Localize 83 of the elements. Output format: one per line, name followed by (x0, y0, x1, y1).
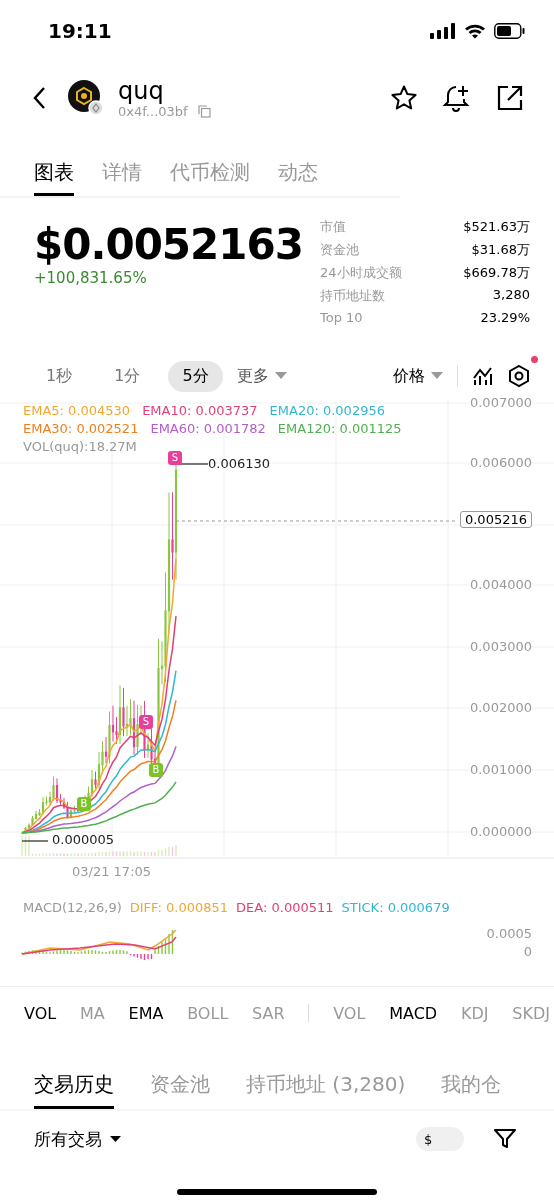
filter-icon[interactable] (494, 1129, 516, 1149)
axis-tick-label: 0.003000 (469, 639, 532, 654)
axis-tick-label: 0 (523, 944, 532, 959)
signal-icon (430, 23, 456, 39)
indicator-tab[interactable]: VOL (333, 1003, 366, 1023)
caret-icon (431, 372, 443, 380)
tab[interactable]: 我的仓 (441, 1063, 502, 1109)
caret-icon (274, 372, 287, 380)
macd-stick: STICK: 0.000679 (341, 900, 450, 915)
indicator-tab[interactable]: BOLL (187, 1003, 229, 1023)
stat-label: 24小时成交额 (320, 264, 402, 282)
high-price-label: 0.006130 (208, 456, 271, 471)
interval-tab[interactable]: 5分 (168, 360, 223, 392)
caret-icon (110, 1135, 121, 1143)
macd-diff: DIFF: 0.000851 (129, 900, 229, 915)
price-value: $0.0052163 (34, 220, 303, 269)
more-dropdown[interactable]: 更多 (236, 365, 287, 387)
interval-tab[interactable]: 1分 (100, 360, 155, 392)
tab[interactable]: 图表 (34, 152, 74, 196)
settings-icon[interactable] (508, 364, 530, 388)
ema-value: EMA10: 0.003737 (142, 402, 258, 420)
indicator-tab[interactable]: VOL (24, 1003, 57, 1023)
ema-value: EMA60: 0.001782 (150, 420, 266, 438)
ema-value: EMA120: 0.001125 (277, 420, 402, 438)
share-icon[interactable] (496, 84, 524, 112)
ema-value: EMA20: 0.002956 (269, 402, 385, 420)
tab[interactable]: 动态 (278, 152, 318, 196)
trade-filter-dropdown[interactable]: 所有交易 (34, 1127, 121, 1151)
axis-tick-label: 0.000000 (469, 824, 532, 839)
volume-label: VOL(quq):18.27M (23, 438, 138, 456)
indicator-tab[interactable]: MA (79, 1003, 105, 1023)
chart-style-icon[interactable] (472, 366, 494, 386)
axis-tick-label: 0.0005 (486, 926, 532, 941)
token-name: quq (118, 77, 165, 104)
price-dropdown[interactable]: 价格 (393, 365, 443, 387)
axis-tick-label: 0.004000 (469, 577, 532, 592)
stat-value: 23.29% (480, 310, 530, 325)
macd-title: MACD(12,26,9) (23, 900, 122, 915)
interval-tab[interactable]: 1秒 (32, 360, 87, 392)
stat-value: $31.68万 (471, 241, 530, 259)
ema-value: EMA30: 0.002521 (23, 420, 139, 438)
stat-value: $521.63万 (463, 218, 530, 236)
axis-tick-label: 0.007000 (469, 395, 532, 410)
stat-value: 3,280 (492, 287, 530, 304)
status-time: 19:11 (48, 19, 112, 43)
tab[interactable]: 交易历史 (34, 1063, 114, 1109)
copy-icon[interactable] (197, 104, 211, 118)
trade-marker: B (77, 797, 91, 811)
tab[interactable]: 资金池 (150, 1063, 210, 1109)
time-axis-label: 03/21 17:05 (72, 864, 152, 879)
price-change: +100,831.65% (34, 269, 148, 287)
indicator-tab[interactable]: EMA (128, 1003, 164, 1023)
battery-icon (494, 23, 526, 39)
indicator-tab[interactable]: SKDJ (512, 1003, 550, 1023)
stat-label: Top 10 (320, 310, 363, 325)
current-price-label: 0.005216 (459, 511, 532, 528)
indicator-tab[interactable]: SAR (252, 1003, 285, 1023)
stat-label: 资金池 (320, 241, 359, 259)
token-logo (68, 80, 104, 116)
tab[interactable]: 代币检测 (170, 152, 250, 196)
axis-tick-label: 0.001000 (469, 762, 532, 777)
trade-marker: S (168, 451, 182, 465)
star-icon[interactable] (390, 84, 418, 112)
back-icon[interactable] (32, 86, 46, 110)
macd-dea: DEA: 0.000511 (236, 900, 334, 915)
ema-value: EMA5: 0.004530 (23, 402, 131, 420)
stat-label: 市值 (320, 218, 346, 236)
currency-toggle[interactable]: $ (416, 1127, 464, 1151)
tab[interactable]: 持币地址 (3,280) (246, 1063, 406, 1109)
low-price-label: 0.000005 (52, 832, 115, 847)
axis-tick-label: 0.006000 (469, 455, 532, 470)
axis-tick-label: 0.002000 (469, 700, 532, 715)
indicator-tab[interactable]: MACD (389, 1003, 438, 1023)
trade-marker: S (139, 715, 153, 729)
wifi-icon (464, 23, 486, 39)
trade-marker: B (149, 763, 163, 777)
stat-value: $669.78万 (463, 264, 530, 282)
tab[interactable]: 详情 (102, 152, 142, 196)
leader-line (22, 840, 48, 842)
bell-plus-icon[interactable] (442, 83, 472, 113)
indicator-tab[interactable]: KDJ (460, 1003, 489, 1023)
token-address: 0x4f...03bf (118, 103, 188, 119)
stat-label: 持币地址数 (320, 287, 385, 305)
